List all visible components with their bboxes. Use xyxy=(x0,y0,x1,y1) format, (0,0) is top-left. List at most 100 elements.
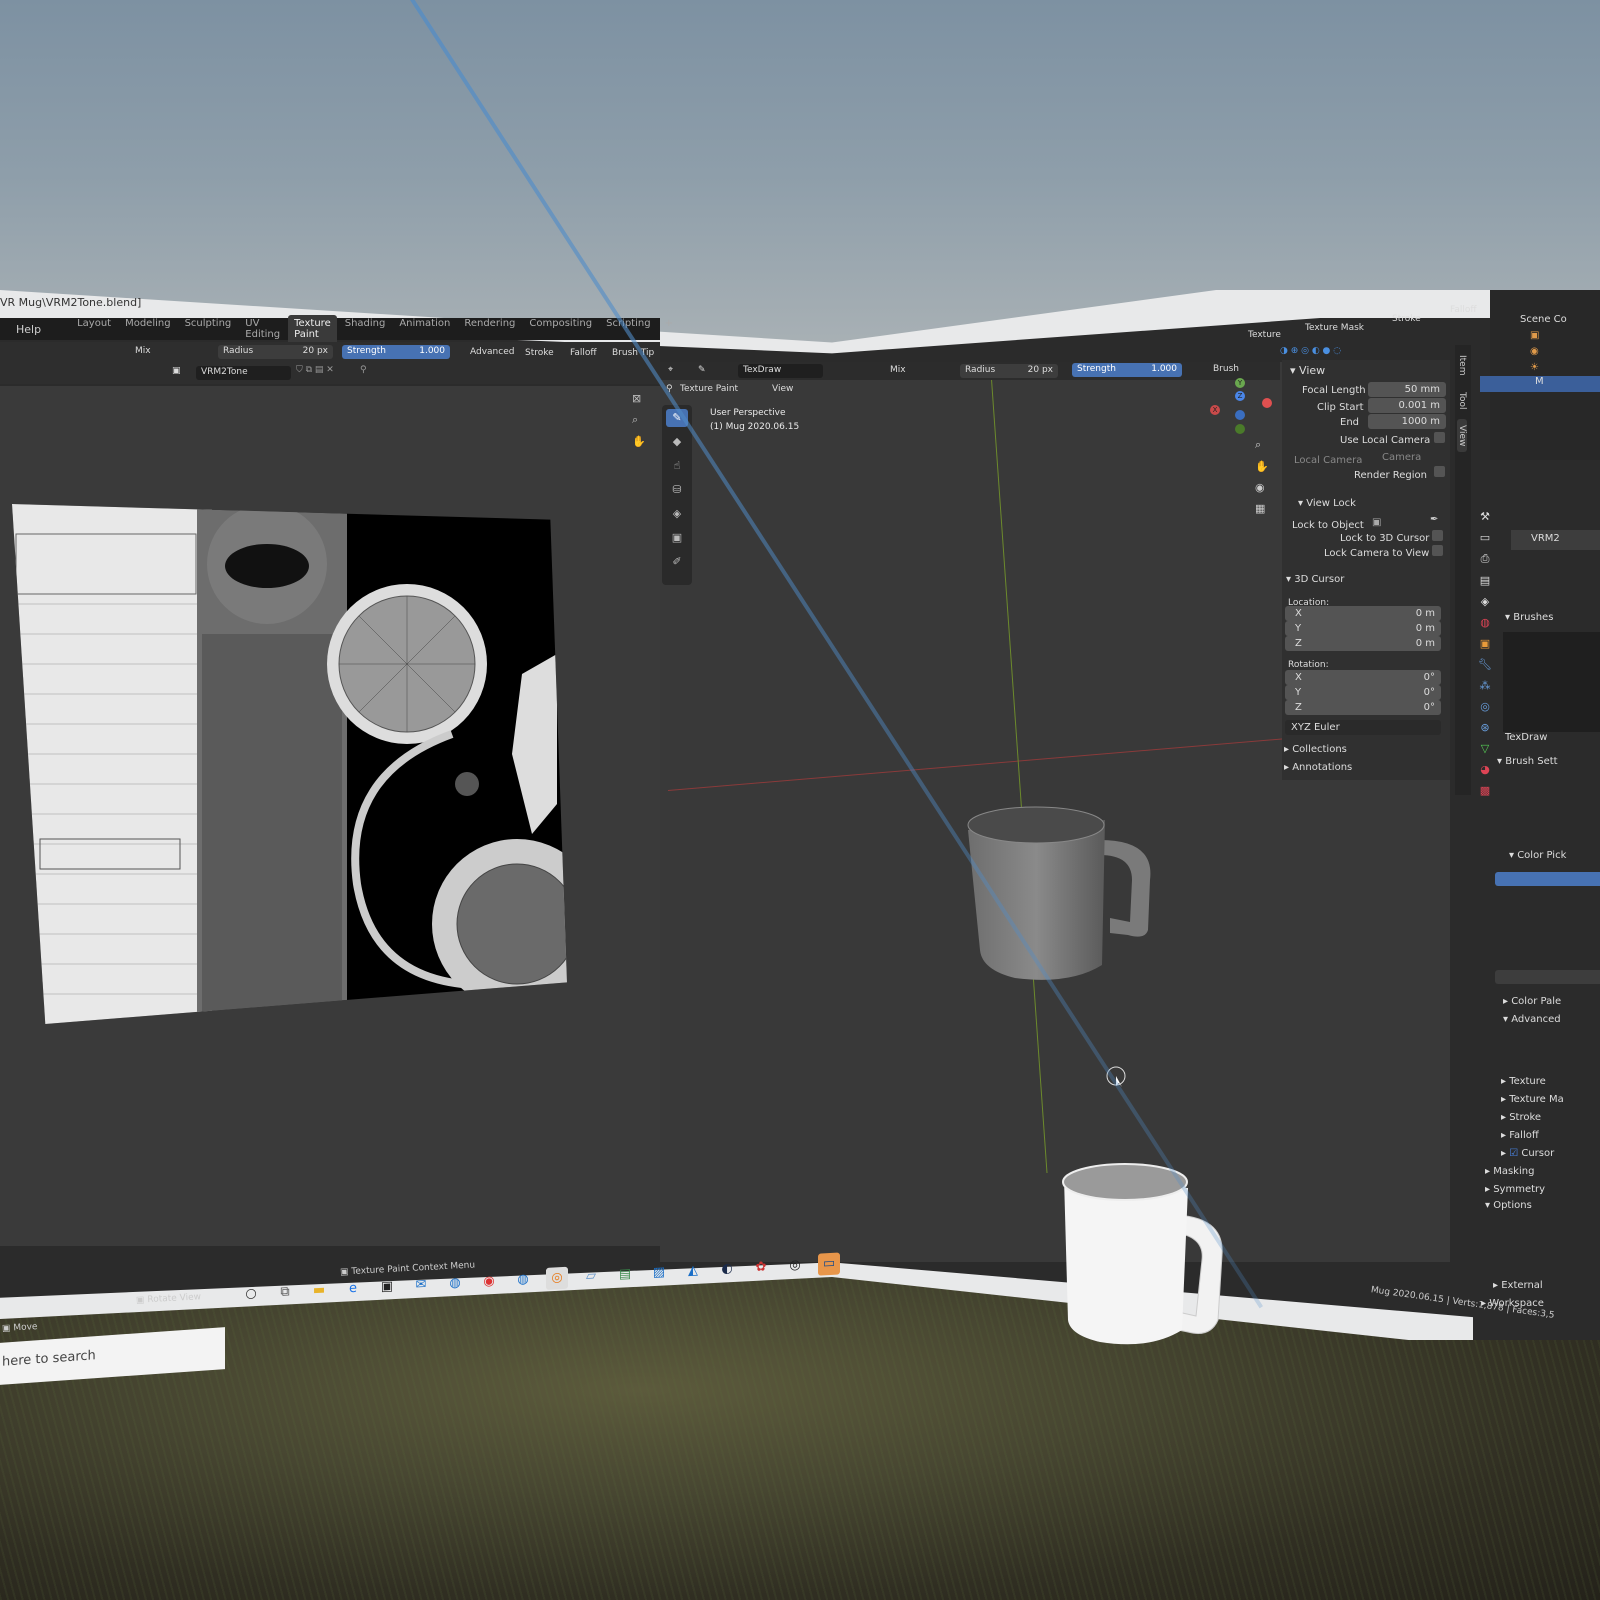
scene-collection-item[interactable]: Scene Co xyxy=(1520,314,1567,325)
sidebar-tab-tool[interactable]: Tool xyxy=(1457,386,1467,415)
texture-section[interactable]: ▸ Texture xyxy=(1501,1076,1546,1087)
tab-modeling[interactable]: Modeling xyxy=(119,315,177,343)
pan-view-icon[interactable]: ✋ xyxy=(1255,460,1269,473)
data-tab-icon[interactable]: ▽ xyxy=(1481,742,1489,755)
cursor-rotation-x[interactable]: X 0° xyxy=(1285,670,1441,685)
focal-length-field[interactable]: 50 mm xyxy=(1368,382,1446,397)
image-advanced-menu[interactable]: Advanced xyxy=(470,347,514,357)
output-tab-icon[interactable]: ⎙ xyxy=(1481,552,1490,566)
fake-user-icon[interactable]: ⛉ ⧉ ▤ ✕ xyxy=(296,365,334,375)
lock-object-field[interactable]: ▣ xyxy=(1372,517,1381,528)
virtual-desktop-icon[interactable]: ▭ xyxy=(818,1252,840,1276)
local-camera-field[interactable]: Camera xyxy=(1382,452,1421,463)
stroke-section[interactable]: ▸ Stroke xyxy=(1501,1112,1541,1123)
app-icon-4[interactable]: ▤ xyxy=(614,1263,636,1286)
image-stroke-menu[interactable]: Stroke xyxy=(525,348,554,358)
color-slider[interactable] xyxy=(1495,970,1600,984)
navigation-gizmo[interactable]: Y X Z xyxy=(1205,378,1275,438)
lock-camera-to-view-checkbox[interactable] xyxy=(1432,545,1443,556)
viewport-brush-menu[interactable]: Brush xyxy=(1213,364,1239,374)
viewport-radius-field[interactable]: Radius 20 px xyxy=(960,364,1058,378)
cursor-rotation-y[interactable]: Y 0° xyxy=(1285,685,1441,700)
steam-icon[interactable]: ◐ xyxy=(716,1258,738,1281)
soften-tool-icon[interactable]: ◆ xyxy=(666,433,688,451)
viewport-blend-mode[interactable]: Mix xyxy=(890,365,906,375)
brush-preview[interactable] xyxy=(1503,632,1600,732)
mode-selector[interactable]: Texture Paint xyxy=(680,384,738,394)
render-tab-icon[interactable]: ▭ xyxy=(1480,531,1490,544)
editor-type-icon[interactable]: ⌖ xyxy=(668,365,673,375)
viewport-texture-menu[interactable]: Texture xyxy=(1248,330,1281,340)
brushes-section[interactable]: ▾ Brushes xyxy=(1505,612,1553,623)
cursor-checkbox[interactable]: ☑ xyxy=(1509,1148,1518,1159)
mask-tool-icon[interactable]: ▣ xyxy=(666,529,688,547)
app-icon-6[interactable]: ✿ xyxy=(750,1256,772,1279)
outliner-selected-object[interactable]: M xyxy=(1480,376,1600,392)
image-strength-field[interactable]: Strength 1.000 xyxy=(342,345,450,359)
clone-tool-icon[interactable]: ⛁ xyxy=(666,481,688,499)
zoom-icon[interactable]: ⌕ xyxy=(632,413,652,427)
viewport-falloff-menu[interactable]: Falloff xyxy=(1450,305,1477,315)
clip-end-field[interactable]: 1000 m xyxy=(1368,414,1446,429)
image-browse-icon[interactable]: ▣ xyxy=(172,366,181,376)
collection-icon[interactable]: ▣ xyxy=(1530,330,1539,341)
app-icon-3[interactable]: ▱ xyxy=(580,1265,602,1288)
viewport-brush-name[interactable]: TexDraw xyxy=(738,364,823,378)
uv-texture-image[interactable] xyxy=(12,504,567,1024)
tab-compositing[interactable]: Compositing xyxy=(523,315,598,343)
image-editor-area[interactable] xyxy=(0,386,660,1246)
collections-section[interactable]: ▸ Collections xyxy=(1284,744,1347,755)
image-name-field[interactable]: VRM2Tone xyxy=(196,366,291,380)
viewport-shading-icons[interactable]: ◑ ⊕ ◎ ◐ ● ◌ xyxy=(1280,346,1341,356)
app-icon-5[interactable]: ◭ xyxy=(682,1260,704,1283)
texture-tab-icon[interactable]: ▩ xyxy=(1480,784,1490,797)
tab-layout[interactable]: Layout xyxy=(71,315,117,343)
mug-3d-model[interactable] xyxy=(960,800,1160,990)
add-workspace-icon[interactable]: + xyxy=(659,315,679,343)
chrome-icon[interactable]: ◉ xyxy=(478,1270,500,1293)
gizmo-x-positive[interactable] xyxy=(1262,398,1272,408)
view-layer-tab-icon[interactable]: ▤ xyxy=(1480,574,1490,587)
cursor-location-z[interactable]: Z0 m xyxy=(1285,636,1441,651)
light-item-icon[interactable]: ☀ xyxy=(1530,362,1539,373)
gizmo-x-axis[interactable]: X xyxy=(1210,405,1220,415)
color-palette-section[interactable]: ▸ Color Pale xyxy=(1503,996,1561,1007)
cursor-location-x[interactable]: X0 m xyxy=(1285,606,1441,621)
constraints-tab-icon[interactable]: ⊛ xyxy=(1480,721,1489,734)
viewport-strength-field[interactable]: Strength 1.000 xyxy=(1072,363,1182,377)
masking-section[interactable]: ▸ Masking xyxy=(1485,1166,1534,1177)
viewport-texture-mask-menu[interactable]: Texture Mask xyxy=(1305,323,1364,333)
use-local-camera-checkbox[interactable] xyxy=(1434,432,1445,443)
advanced-section[interactable]: ▾ Advanced xyxy=(1503,1014,1561,1025)
3d-cursor-header[interactable]: ▾ 3D Cursor xyxy=(1286,574,1344,585)
image-brush-tip-menu[interactable]: Brush Tip xyxy=(612,348,654,358)
lock-to-3d-cursor-checkbox[interactable] xyxy=(1432,530,1443,541)
cursor-rotation-z[interactable]: Z 0° xyxy=(1285,700,1441,715)
image-slot[interactable]: VRM2 xyxy=(1511,530,1600,550)
file-explorer-icon[interactable]: ▬ xyxy=(308,1279,330,1302)
modifier-tab-icon[interactable]: 🔧︎ xyxy=(1478,658,1492,671)
pan-hand-icon[interactable]: ✋ xyxy=(632,435,652,448)
color-swatch[interactable] xyxy=(1495,872,1600,886)
viewport-stroke-menu[interactable]: Stroke xyxy=(1392,314,1421,324)
gizmo-y-axis[interactable]: Y xyxy=(1235,378,1245,388)
symmetry-section[interactable]: ▸ Symmetry xyxy=(1485,1184,1545,1195)
physics-tab-icon[interactable]: ◎ xyxy=(1480,700,1490,713)
blender-icon[interactable]: ◎ xyxy=(546,1266,568,1290)
fill-tool-icon[interactable]: ◈ xyxy=(666,505,688,523)
tab-animation[interactable]: Animation xyxy=(393,315,456,343)
color-picker-section[interactable]: ▾ Color Pick xyxy=(1509,850,1566,861)
cortana-icon[interactable]: ○ xyxy=(240,1283,262,1306)
task-view-icon[interactable]: ⧉ xyxy=(274,1281,296,1304)
tab-shading[interactable]: Shading xyxy=(339,315,392,343)
gizmo-z-negative[interactable] xyxy=(1235,410,1245,420)
gizmo-z-axis[interactable]: Z xyxy=(1235,391,1245,401)
image-falloff-menu[interactable]: Falloff xyxy=(570,348,597,358)
view-section-header[interactable]: ▾ View xyxy=(1290,364,1325,377)
tool-tab-icon[interactable]: ⚒ xyxy=(1480,510,1490,523)
rotation-mode-select[interactable]: XYZ Euler xyxy=(1285,720,1441,735)
camera-item-icon[interactable]: ◉ xyxy=(1530,346,1539,357)
image-mode-icon[interactable]: ⊠ xyxy=(632,392,652,405)
gizmo-y-negative[interactable] xyxy=(1235,424,1245,434)
store-icon[interactable]: ▣ xyxy=(376,1276,398,1299)
